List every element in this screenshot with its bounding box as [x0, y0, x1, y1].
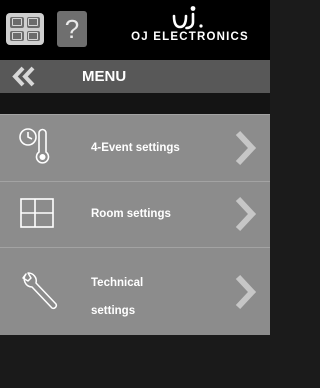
menu-item-label: Room settings	[91, 208, 171, 220]
menu-item-label: settings	[91, 305, 136, 317]
wrench-icon	[22, 272, 58, 310]
clock-thermometer-icon	[19, 128, 50, 164]
brand-text: OJ ELECTRONICS	[131, 31, 249, 43]
chevron-right-icon	[235, 196, 256, 232]
menu-item-room-settings[interactable]: Room settings	[0, 181, 270, 247]
top-bar: ? OJ ELECTRONICS	[0, 0, 270, 60]
grid-cell-icon	[26, 30, 40, 41]
help-button[interactable]: ?	[57, 11, 87, 47]
chevron-right-icon	[235, 274, 256, 310]
back-button[interactable]	[8, 60, 40, 93]
menu-item-label: 4-Event settings	[91, 142, 180, 154]
menu-bar: MENU	[0, 60, 270, 93]
menu-title: MENU	[82, 68, 127, 85]
room-grid-icon	[20, 198, 54, 228]
home-grid-button[interactable]	[6, 13, 44, 45]
double-chevron-left-icon	[12, 66, 35, 87]
grid-cell-icon	[26, 17, 40, 28]
menu-item-technical-settings[interactable]: Technical settings	[0, 247, 270, 335]
oj-logo-mark-icon	[172, 6, 203, 30]
menu-item-4-event-settings[interactable]: 4-Event settings	[0, 114, 270, 181]
chevron-right-icon	[235, 130, 256, 166]
grid-cell-icon	[10, 17, 24, 28]
grid-cell-icon	[10, 30, 24, 41]
bottom-area	[0, 335, 270, 388]
menu-item-label: Technical	[91, 277, 144, 289]
oj-electronics-logo: OJ ELECTRONICS	[112, 6, 268, 56]
divider	[0, 93, 270, 114]
